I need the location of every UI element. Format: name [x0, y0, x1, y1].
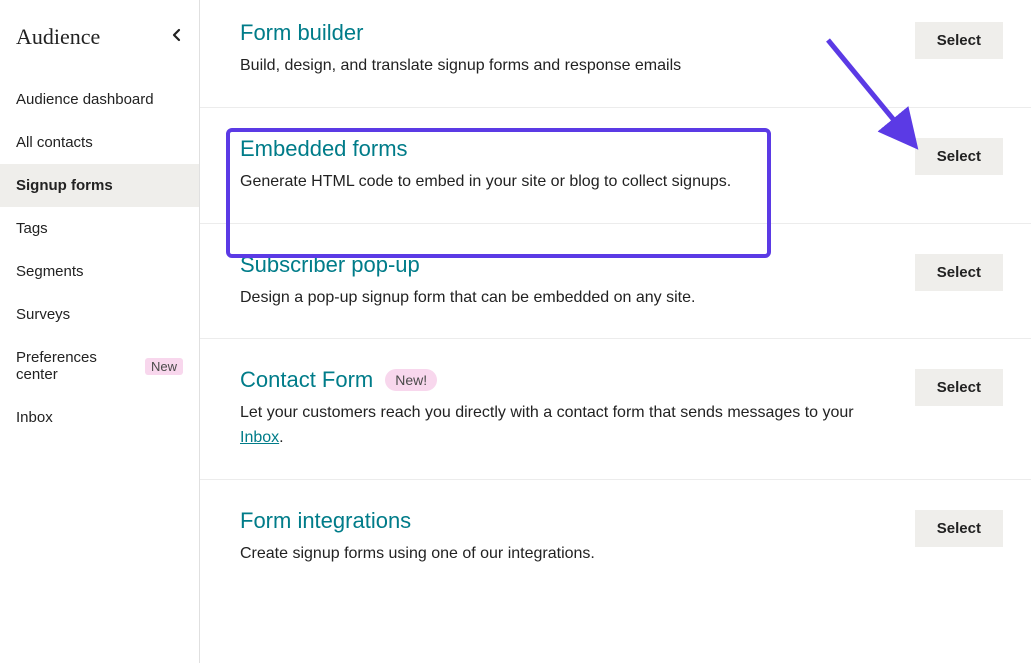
new-badge: New! [385, 369, 437, 391]
select-button-contact-form[interactable]: Select [915, 369, 1003, 406]
sidebar-item-label: Tags [16, 220, 48, 237]
sidebar-item-label: All contacts [16, 134, 93, 151]
form-desc: Build, design, and translate signup form… [240, 54, 890, 79]
sidebar-item-label: Inbox [16, 409, 53, 426]
sidebar: Audience Audience dashboard All contacts… [0, 0, 200, 663]
sidebar-item-label: Segments [16, 263, 84, 280]
sidebar-item-tags[interactable]: Tags [0, 207, 199, 250]
form-row-subscriber-popup: Subscriber pop-up Design a pop-up signup… [200, 224, 1031, 340]
form-row-form-integrations: Form integrations Create signup forms us… [200, 480, 1031, 595]
form-desc: Design a pop-up signup form that can be … [240, 286, 890, 311]
form-title-form-integrations[interactable]: Form integrations [240, 508, 890, 534]
sidebar-item-audience-dashboard[interactable]: Audience dashboard [0, 78, 199, 121]
sidebar-item-label: Signup forms [16, 177, 113, 194]
form-title-subscriber-popup[interactable]: Subscriber pop-up [240, 252, 890, 278]
select-button-subscriber-popup[interactable]: Select [915, 254, 1003, 291]
form-info: Contact Form New! Let your customers rea… [240, 367, 890, 451]
new-badge: New [145, 358, 183, 375]
sidebar-item-label: Surveys [16, 306, 70, 323]
sidebar-item-surveys[interactable]: Surveys [0, 293, 199, 336]
sidebar-item-label: Preferences center [16, 349, 137, 383]
sidebar-item-signup-forms[interactable]: Signup forms [0, 164, 199, 207]
chevron-left-icon[interactable] [171, 28, 183, 47]
form-desc: Generate HTML code to embed in your site… [240, 170, 750, 195]
sidebar-item-segments[interactable]: Segments [0, 250, 199, 293]
form-info: Embedded forms Generate HTML code to emb… [240, 136, 750, 195]
inbox-link[interactable]: Inbox [240, 429, 279, 446]
select-button-form-integrations[interactable]: Select [915, 510, 1003, 547]
sidebar-title: Audience [16, 24, 100, 50]
select-button-form-builder[interactable]: Select [915, 22, 1003, 59]
form-info: Subscriber pop-up Design a pop-up signup… [240, 252, 890, 311]
sidebar-nav: Audience dashboard All contacts Signup f… [0, 78, 199, 439]
form-title-embedded-forms[interactable]: Embedded forms [240, 136, 750, 162]
main-content: Form builder Build, design, and translat… [200, 0, 1031, 663]
form-desc: Create signup forms using one of our int… [240, 542, 890, 567]
sidebar-item-inbox[interactable]: Inbox [0, 396, 199, 439]
form-title-contact-form[interactable]: Contact Form New! [240, 367, 890, 393]
form-row-form-builder: Form builder Build, design, and translat… [200, 0, 1031, 108]
sidebar-item-preferences-center[interactable]: Preferences center New [0, 336, 199, 396]
form-row-contact-form: Contact Form New! Let your customers rea… [200, 339, 1031, 480]
form-title-form-builder[interactable]: Form builder [240, 20, 890, 46]
sidebar-item-label: Audience dashboard [16, 91, 154, 108]
sidebar-header: Audience [0, 24, 199, 78]
form-desc: Let your customers reach you directly wi… [240, 401, 890, 451]
form-info: Form builder Build, design, and translat… [240, 20, 890, 79]
select-button-embedded-forms[interactable]: Select [915, 138, 1003, 175]
form-info: Form integrations Create signup forms us… [240, 508, 890, 567]
sidebar-item-all-contacts[interactable]: All contacts [0, 121, 199, 164]
form-row-embedded-forms: Embedded forms Generate HTML code to emb… [200, 108, 1031, 224]
